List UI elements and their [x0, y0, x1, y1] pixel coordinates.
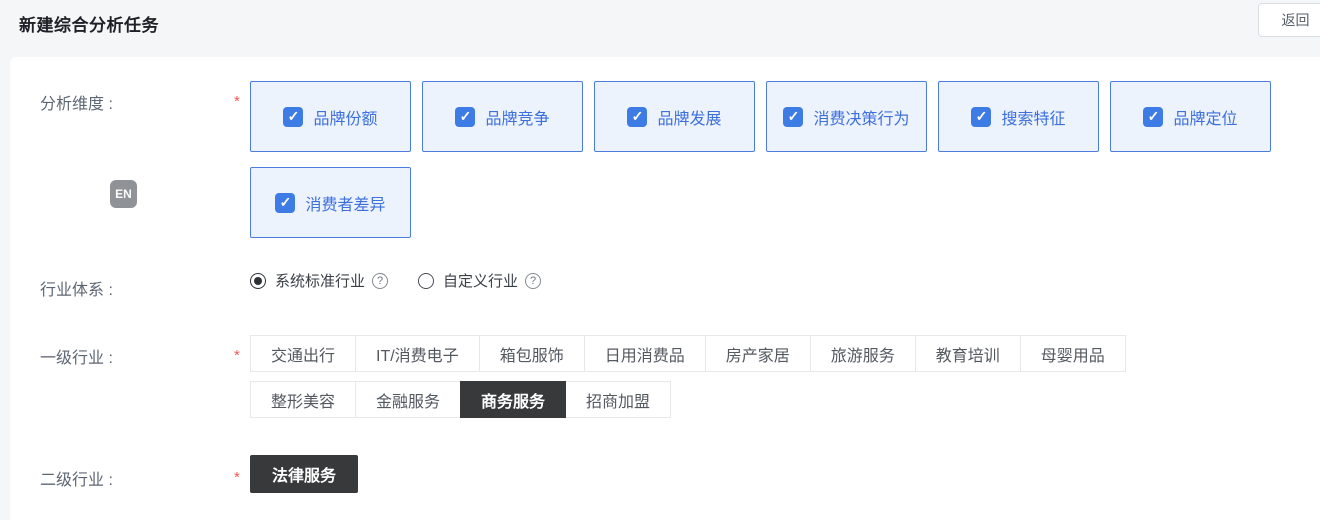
- checkbox-checked-icon[interactable]: ✓: [627, 107, 647, 127]
- analysis-dimension-options: ✓ 品牌份额 ✓ 品牌竞争 ✓ 品牌发展 ✓ 消费决策行为 ✓ 搜索特征 ✓ 品牌定位 ✓ 消费者差异: [250, 81, 1282, 238]
- primary-industry-tab[interactable]: 房产家居: [705, 335, 811, 372]
- primary-industry-tab[interactable]: 整形美容: [250, 381, 356, 418]
- industry-system-options: 系统标准行业?自定义行业?: [250, 270, 541, 291]
- analysis-dimension-option[interactable]: ✓ 品牌份额: [250, 81, 411, 152]
- checkbox-checked-icon[interactable]: ✓: [1143, 107, 1163, 127]
- analysis-dimension-option[interactable]: ✓ 品牌竞争: [422, 81, 583, 152]
- analysis-dimensions-label: 分析维度 :: [40, 90, 113, 114]
- primary-industry-tab-row: 整形美容金融服务商务服务招商加盟: [250, 381, 1126, 418]
- analysis-dimension-option[interactable]: ✓ 消费决策行为: [766, 81, 927, 152]
- primary-industry-tab[interactable]: 金融服务: [355, 381, 461, 418]
- analysis-dimension-option-label: 品牌定位: [1173, 105, 1237, 129]
- analysis-dimension-option-label: 消费者差异: [305, 191, 385, 215]
- primary-industry-tab[interactable]: IT/消费电子: [355, 335, 480, 372]
- primary-industry-tab[interactable]: 箱包服饰: [479, 335, 585, 372]
- radio-icon[interactable]: [250, 273, 266, 289]
- primary-industry-tab[interactable]: 商务服务: [460, 381, 566, 418]
- checkbox-checked-icon[interactable]: ✓: [283, 107, 303, 127]
- primary-industry-tab[interactable]: 日用消费品: [584, 335, 706, 372]
- required-asterisk: *: [234, 93, 240, 110]
- analysis-dimension-option-label: 品牌发展: [657, 105, 721, 129]
- primary-industry-label: 一级行业 :: [40, 344, 113, 368]
- radio-dot: [254, 277, 262, 285]
- primary-industry-tab[interactable]: 招商加盟: [565, 381, 671, 418]
- analysis-dimension-option[interactable]: ✓ 搜索特征: [938, 81, 1099, 152]
- analysis-dimension-option-label: 品牌竞争: [485, 105, 549, 129]
- secondary-industry-option[interactable]: 法律服务: [250, 455, 358, 493]
- primary-industry-tab[interactable]: 母婴用品: [1020, 335, 1126, 372]
- analysis-dimension-option[interactable]: ✓ 消费者差异: [250, 167, 411, 238]
- checkbox-checked-icon[interactable]: ✓: [971, 107, 991, 127]
- industry-system-option[interactable]: 系统标准行业?: [250, 270, 388, 291]
- help-circle-icon[interactable]: ?: [372, 273, 388, 289]
- industry-system-option-label: 自定义行业: [443, 270, 518, 291]
- secondary-industry-options: 法律服务: [250, 455, 358, 493]
- back-button[interactable]: 返回: [1258, 3, 1320, 37]
- primary-industry-tab-row: 交通出行IT/消费电子箱包服饰日用消费品房产家居旅游服务教育培训母婴用品: [250, 335, 1126, 372]
- required-asterisk: *: [234, 347, 240, 364]
- checkbox-checked-icon[interactable]: ✓: [455, 107, 475, 127]
- os-input-language-badge: EN: [110, 180, 137, 208]
- analysis-dimension-option-label: 消费决策行为: [813, 105, 909, 129]
- checkbox-checked-icon[interactable]: ✓: [783, 107, 803, 127]
- radio-icon[interactable]: [418, 273, 434, 289]
- primary-industry-tab[interactable]: 旅游服务: [810, 335, 916, 372]
- primary-industry-tab[interactable]: 教育培训: [915, 335, 1021, 372]
- primary-industry-tabs: 交通出行IT/消费电子箱包服饰日用消费品房产家居旅游服务教育培训母婴用品整形美容…: [250, 335, 1126, 427]
- analysis-dimension-option-label: 搜索特征: [1001, 105, 1065, 129]
- analysis-dimension-option-label: 品牌份额: [313, 105, 377, 129]
- analysis-dimension-option[interactable]: ✓ 品牌发展: [594, 81, 755, 152]
- analysis-dimension-option[interactable]: ✓ 品牌定位: [1110, 81, 1271, 152]
- page-title: 新建综合分析任务: [19, 11, 159, 36]
- industry-system-option-label: 系统标准行业: [275, 270, 365, 291]
- form-panel: 分析维度 : * ✓ 品牌份额 ✓ 品牌竞争 ✓ 品牌发展 ✓ 消费决策行为 ✓ 搜索特征 ✓ 品牌定…: [10, 57, 1320, 520]
- secondary-industry-label: 二级行业 :: [40, 466, 113, 490]
- help-circle-icon[interactable]: ?: [525, 273, 541, 289]
- checkbox-checked-icon[interactable]: ✓: [275, 193, 295, 213]
- primary-industry-tab[interactable]: 交通出行: [250, 335, 356, 372]
- industry-system-label: 行业体系 :: [40, 276, 113, 300]
- required-asterisk: *: [234, 469, 240, 486]
- industry-system-option[interactable]: 自定义行业?: [418, 270, 541, 291]
